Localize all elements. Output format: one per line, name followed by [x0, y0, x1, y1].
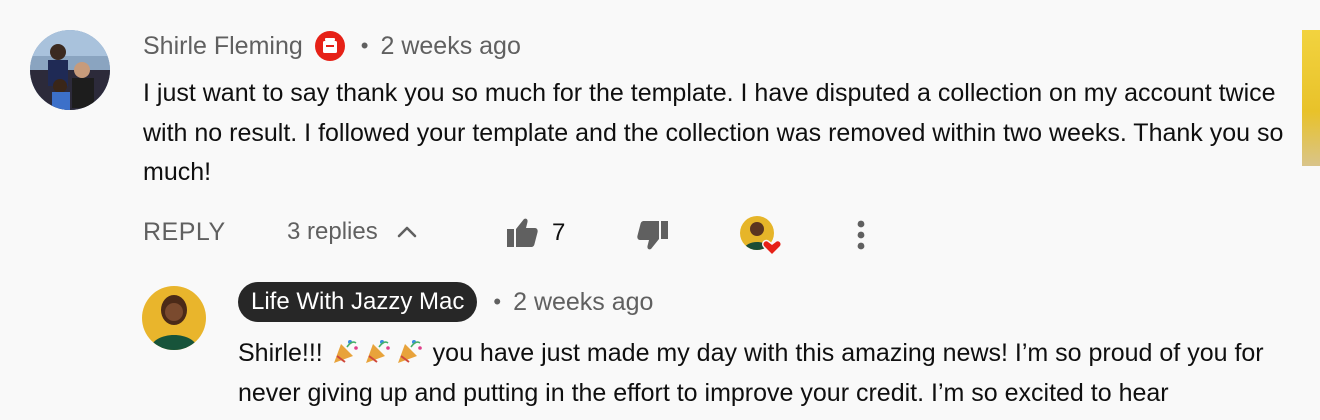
party-popper-icon — [330, 336, 360, 366]
party-popper-icon — [394, 336, 424, 366]
comment-text: I just want to say thank you so much for… — [143, 79, 1284, 186]
chevron-up-icon — [397, 226, 417, 238]
reply-text: Shirle!!! you have just made my day with… — [238, 334, 1288, 413]
heart-icon — [762, 239, 782, 257]
party-popper-icon — [362, 336, 392, 366]
reply-time[interactable]: 2 weeks ago — [513, 288, 653, 317]
reply-button[interactable]: REPLY — [143, 218, 226, 247]
member-badge-icon — [314, 31, 345, 61]
reply-author-avatar[interactable] — [142, 286, 206, 350]
video-thumbnail-edge[interactable] — [1302, 30, 1320, 166]
more-actions-icon[interactable] — [851, 218, 871, 252]
separator-dot: • — [360, 33, 369, 58]
reply-text-rest: you have just made my day with this amaz… — [238, 339, 1264, 407]
comment-actions: REPLY 3 replies 7 — [143, 212, 903, 259]
creator-name-pill[interactable]: Life With Jazzy Mac — [238, 282, 478, 322]
reply-header: Life With Jazzy Mac • 2 weeks ago — [238, 282, 653, 322]
like-count: 7 — [552, 219, 566, 246]
creator-heart — [739, 215, 783, 259]
dislike-icon[interactable] — [636, 218, 670, 252]
comment-author[interactable]: Shirle Fleming — [143, 32, 303, 61]
separator-dot: • — [493, 289, 502, 314]
comment-time[interactable]: 2 weeks ago — [380, 32, 520, 61]
reply-text-start: Shirle!!! — [238, 339, 323, 367]
replies-toggle[interactable]: 3 replies — [287, 218, 418, 246]
comment-header: Shirle Fleming • 2 weeks ago — [143, 27, 521, 65]
commenter-avatar[interactable] — [30, 30, 110, 110]
replies-label: 3 replies — [287, 218, 378, 245]
like-icon[interactable] — [505, 216, 539, 250]
